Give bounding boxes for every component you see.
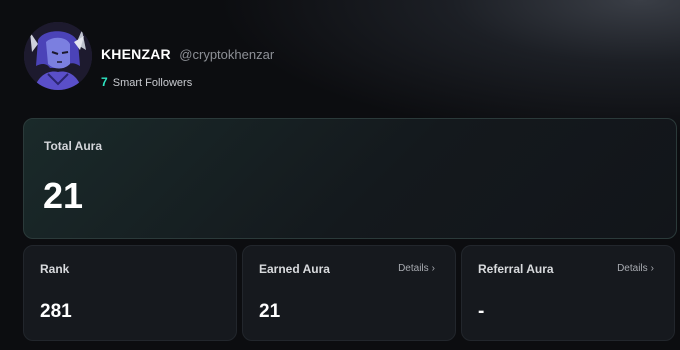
chevron-right-icon: ›	[431, 263, 435, 274]
smart-followers-label: Smart Followers	[112, 77, 193, 89]
referral-aura-label: Referral Aura	[478, 262, 554, 276]
details-label: Details	[398, 263, 429, 274]
name-row: KHENZAR @cryptokhenzar	[101, 46, 274, 64]
total-aura-card: Total Aura 21	[23, 118, 677, 239]
avatar[interactable]	[24, 22, 92, 90]
referral-aura-value: -	[478, 301, 485, 322]
smart-followers[interactable]: 7 Smart Followers	[101, 75, 192, 89]
rank-label: Rank	[40, 262, 70, 276]
total-aura-value: 21	[43, 175, 84, 216]
rank-card: Rank 281	[23, 245, 237, 341]
smart-followers-count: 7	[101, 75, 108, 89]
earned-aura-card: Earned Aura Details › 21	[242, 245, 456, 341]
details-label: Details	[617, 263, 648, 274]
referral-aura-card: Referral Aura Details › -	[461, 245, 675, 341]
earned-aura-details-link[interactable]: Details ›	[398, 263, 435, 274]
profile-handle[interactable]: @cryptokhenzar	[179, 47, 274, 62]
profile-header: KHENZAR @cryptokhenzar 7 Smart Followers	[24, 22, 664, 92]
rank-value: 281	[40, 301, 72, 322]
referral-aura-details-link[interactable]: Details ›	[617, 263, 654, 274]
earned-aura-value: 21	[259, 301, 281, 322]
earned-aura-label: Earned Aura	[259, 262, 330, 276]
total-aura-label: Total Aura	[44, 139, 103, 153]
avatar-image	[24, 22, 92, 90]
profile-name: KHENZAR	[101, 46, 171, 62]
chevron-right-icon: ›	[650, 263, 654, 274]
